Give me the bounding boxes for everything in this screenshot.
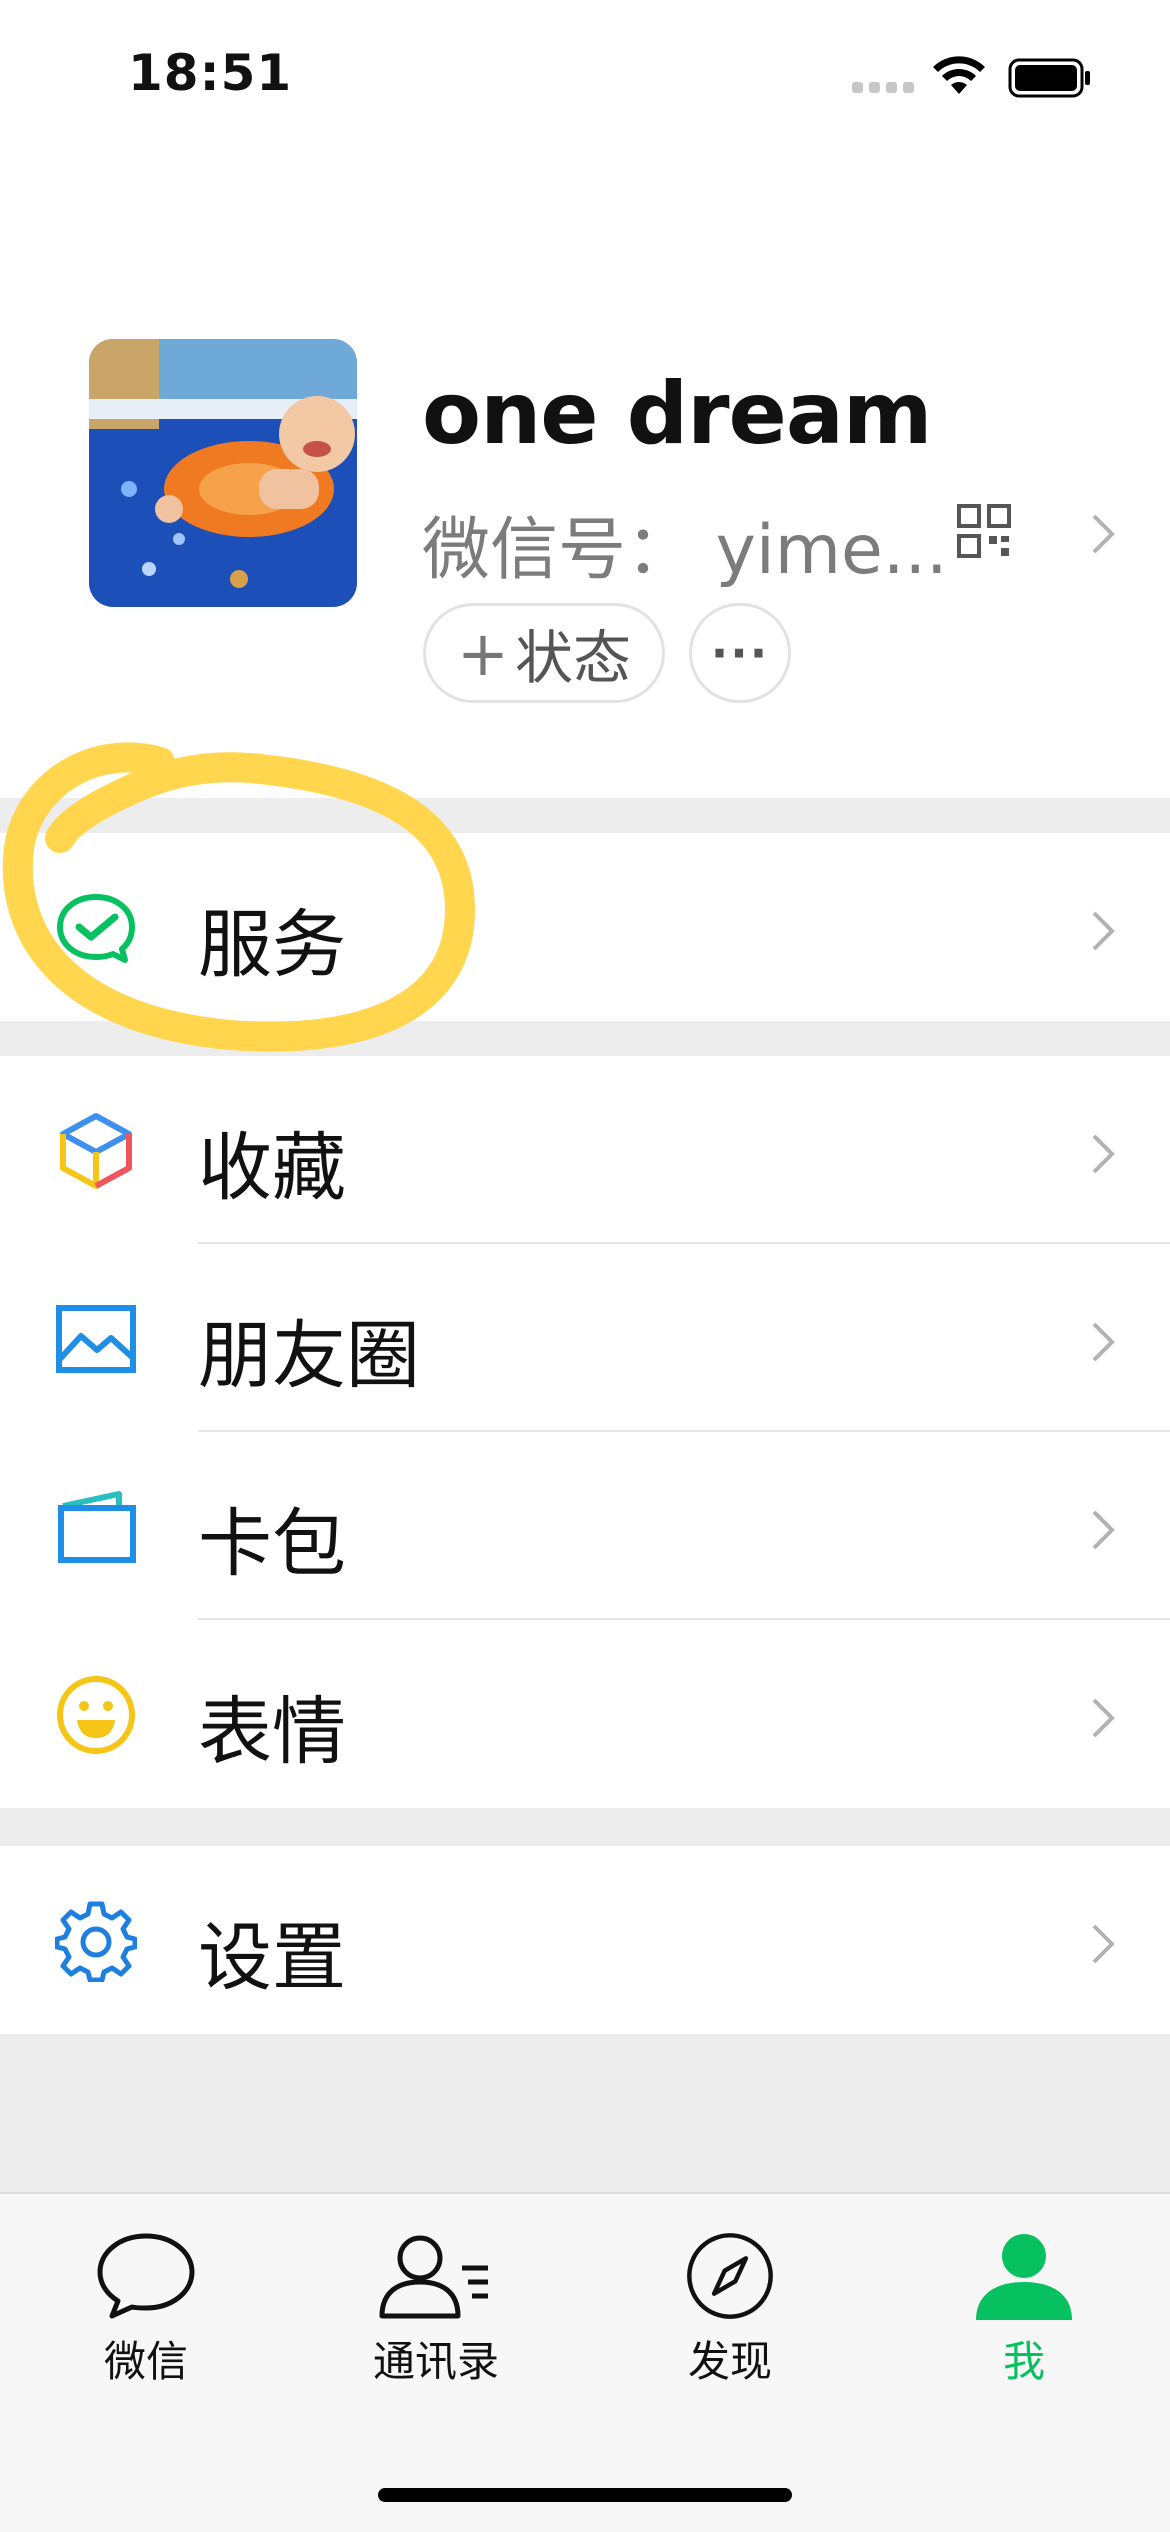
menu-label-services: 服务	[198, 902, 346, 988]
smiley-icon	[57, 1676, 135, 1754]
features-group: 收藏 朋友圈 卡包 表情	[0, 1056, 1170, 1808]
tab-label-chats: 微信	[103, 2337, 188, 2386]
menu-label-settings: 设置	[198, 1915, 346, 2001]
settings-group: 设置	[0, 1846, 1170, 2034]
cube-icon	[60, 1113, 132, 1189]
chevron-right-icon	[1092, 1698, 1115, 1738]
more-button[interactable]: ···	[689, 603, 791, 703]
profile-chevron-icon[interactable]	[1090, 512, 1116, 556]
avatar[interactable]	[89, 339, 357, 607]
person-icon	[976, 2234, 1072, 2320]
wifi-icon	[933, 56, 985, 94]
chevron-right-icon	[1092, 1924, 1115, 1964]
chevron-right-icon	[1092, 1322, 1115, 1362]
status-time: 18:51	[128, 44, 293, 102]
menu-label-moments: 朋友圈	[198, 1313, 420, 1399]
tab-bar: 微信 通讯录 发现 我	[0, 2192, 1170, 2532]
more-icon: ···	[710, 626, 770, 680]
tab-label-discover: 发现	[687, 2337, 772, 2386]
home-indicator[interactable]	[378, 2488, 792, 2502]
tab-label-contacts: 通讯录	[372, 2337, 499, 2386]
menu-item-settings[interactable]: 设置	[0, 1846, 1170, 2034]
contacts-icon	[379, 2235, 488, 2319]
wallet-icon	[58, 1491, 136, 1563]
tab-me[interactable]: 我	[924, 2230, 1124, 2410]
tab-chats[interactable]: 微信	[46, 2230, 246, 2410]
menu-item-moments[interactable]: 朋友圈	[0, 1244, 1170, 1432]
plus-icon: +	[457, 616, 509, 690]
menu-item-stickers[interactable]: 表情	[0, 1620, 1170, 1808]
profile-name: one dream	[422, 364, 933, 464]
compass-icon	[687, 2233, 773, 2319]
tab-label-me: 我	[1002, 2337, 1045, 2386]
status-button-label: 状态	[514, 624, 631, 692]
services-group: 服务	[0, 833, 1170, 1021]
profile-header: 18:51 one dream 微信号： yime... + 状态 ···	[0, 0, 1170, 798]
chevron-right-icon	[1092, 911, 1115, 951]
add-status-button[interactable]: + 状态	[423, 603, 665, 703]
gear-icon	[55, 1901, 137, 1982]
menu-label-stickers: 表情	[198, 1689, 346, 1775]
tab-contacts[interactable]: 通讯录	[336, 2230, 536, 2410]
status-bar: 18:51	[0, 0, 1170, 150]
chat-bubble-icon	[97, 2233, 195, 2319]
picture-icon	[56, 1305, 136, 1373]
battery-icon	[1008, 58, 1090, 98]
tab-discover[interactable]: 发现	[630, 2230, 830, 2410]
wechat-id: 微信号： yime...	[422, 511, 948, 590]
menu-item-favorites[interactable]: 收藏	[0, 1056, 1170, 1244]
menu-label-cards: 卡包	[198, 1501, 346, 1587]
chevron-right-icon	[1092, 1134, 1115, 1174]
chevron-right-icon	[1092, 1510, 1115, 1550]
cellular-signal-icon	[852, 78, 914, 94]
qr-code-icon[interactable]	[956, 503, 1012, 559]
menu-item-services[interactable]: 服务	[0, 833, 1170, 1021]
menu-label-favorites: 收藏	[198, 1125, 346, 1211]
wechat-pay-check-icon	[57, 894, 135, 963]
menu-item-cards[interactable]: 卡包	[0, 1432, 1170, 1620]
